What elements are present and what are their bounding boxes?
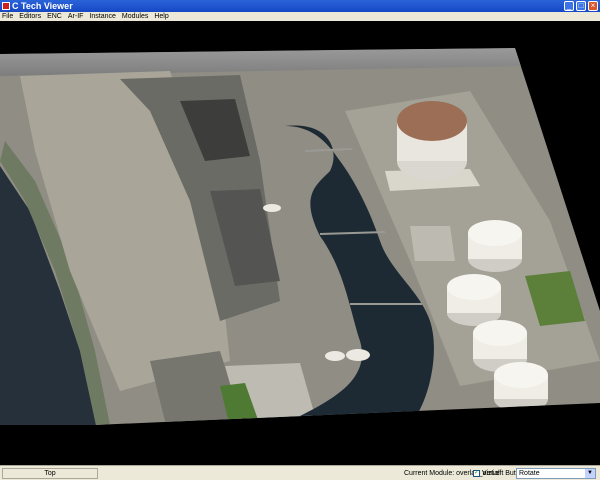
menu-instance[interactable]: Instance bbox=[89, 13, 115, 21]
menu-file[interactable]: File bbox=[2, 13, 13, 21]
minimize-button[interactable]: _ bbox=[564, 1, 574, 11]
3d-viewport[interactable] bbox=[0, 21, 600, 465]
view-orientation-label: Top bbox=[2, 468, 98, 479]
menu-help[interactable]: Help bbox=[154, 13, 168, 21]
menu-bar: File Editors ENC Ar-IF Instance Modules … bbox=[0, 12, 600, 21]
mouse-mode-select[interactable]: Rotate ▼ bbox=[516, 468, 596, 479]
menu-editors[interactable]: Editors bbox=[19, 13, 41, 21]
mouse-mode-value: Rotate bbox=[519, 470, 540, 477]
menu-ar-if[interactable]: Ar-IF bbox=[68, 13, 84, 21]
title-bar: C Tech Viewer _ □ × bbox=[0, 0, 600, 12]
menu-modules[interactable]: Modules bbox=[122, 13, 148, 21]
storage-tank-4 bbox=[494, 362, 548, 412]
aerial-overlay-surface[interactable] bbox=[0, 21, 600, 465]
window-controls: _ □ × bbox=[564, 1, 598, 11]
menu-enc[interactable]: ENC bbox=[47, 13, 62, 21]
storage-tank-large bbox=[397, 101, 467, 181]
storage-tank-2 bbox=[447, 274, 501, 326]
dropdown-arrow-icon[interactable]: ▼ bbox=[585, 469, 595, 478]
status-bar: Top Current Module: overlay_aerial ✓ Viz… bbox=[0, 465, 600, 480]
app-icon bbox=[2, 2, 10, 10]
window-title: C Tech Viewer bbox=[12, 1, 73, 11]
storage-tank-1 bbox=[468, 220, 522, 272]
close-button[interactable]: × bbox=[588, 1, 598, 11]
maximize-button[interactable]: □ bbox=[576, 1, 586, 11]
viz-left-checkbox[interactable]: ✓ bbox=[473, 470, 480, 477]
